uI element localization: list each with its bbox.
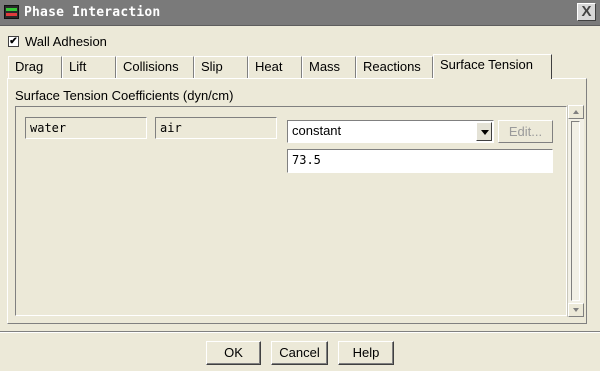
arrow-up-icon[interactable] <box>568 105 584 119</box>
scrollbar-track[interactable] <box>571 121 580 301</box>
tab-heat[interactable]: Heat <box>248 56 302 78</box>
vertical-scrollbar[interactable] <box>567 105 584 317</box>
tab-slip[interactable]: Slip <box>194 56 248 78</box>
tab-label: Drag <box>15 59 44 74</box>
tab-label: Lift <box>69 59 87 74</box>
tab-label: Collisions <box>123 59 179 74</box>
tab-label: Surface Tension <box>440 57 533 72</box>
help-button[interactable]: Help <box>338 341 394 365</box>
tab-label: Heat <box>255 59 283 74</box>
tab-mass[interactable]: Mass <box>302 56 356 78</box>
arrow-down-icon[interactable] <box>568 303 584 317</box>
surface-tension-value-input[interactable]: 73.5 <box>287 149 553 173</box>
tab-label: Reactions <box>363 59 421 74</box>
close-icon: X <box>581 3 592 20</box>
window-title: Phase Interaction <box>24 5 161 20</box>
edit-button: Edit... <box>498 120 553 143</box>
section-label: Surface Tension Coefficients (dyn/cm) <box>15 88 234 103</box>
close-button[interactable]: X <box>577 3 596 21</box>
tab-label: Slip <box>201 59 223 74</box>
method-value: constant <box>292 123 342 138</box>
tab-lift[interactable]: Lift <box>62 56 116 78</box>
wall-adhesion-option[interactable]: ✔ Wall Adhesion <box>8 33 107 49</box>
cancel-button[interactable]: Cancel <box>271 341 328 365</box>
tab-surface-tension[interactable]: Surface Tension <box>433 54 552 79</box>
title-bar: Phase Interaction X <box>0 0 600 26</box>
tab-reactions[interactable]: Reactions <box>356 56 433 78</box>
app-icon <box>4 5 19 19</box>
method-dropdown[interactable]: constant <box>287 120 494 143</box>
wall-adhesion-checkbox[interactable]: ✔ <box>8 35 19 47</box>
wall-adhesion-label: Wall Adhesion <box>25 33 107 49</box>
ok-button[interactable]: OK <box>206 341 261 365</box>
phase-1-field: water <box>25 117 147 139</box>
divider <box>0 331 600 333</box>
chevron-down-icon[interactable] <box>476 122 492 141</box>
tab-collisions[interactable]: Collisions <box>116 56 194 78</box>
phase-2-field: air <box>155 117 277 139</box>
tab-drag[interactable]: Drag <box>8 56 62 78</box>
tab-label: Mass <box>309 59 341 74</box>
